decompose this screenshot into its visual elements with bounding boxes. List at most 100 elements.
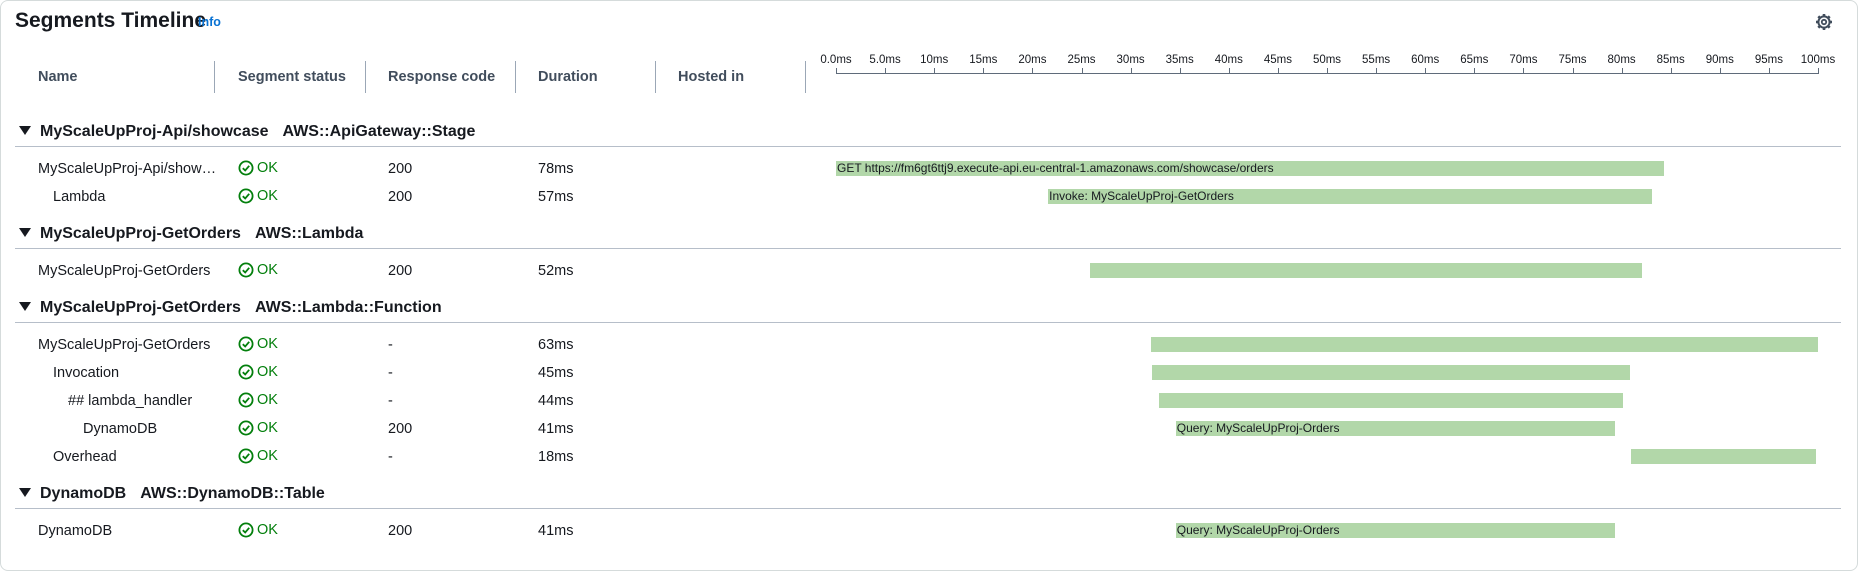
column-divider[interactable]: [214, 61, 215, 93]
axis-tick: [1376, 68, 1378, 74]
axis-tick-label: 20ms: [1018, 54, 1047, 66]
axis-tick-label: 85ms: [1656, 54, 1685, 66]
response-code: -: [388, 393, 393, 409]
check-circle-icon: [238, 336, 254, 352]
axis-tick-label: 65ms: [1460, 54, 1489, 66]
group-header[interactable]: MyScaleUpProj-GetOrders AWS::Lambda: [19, 225, 363, 243]
segment-name[interactable]: MyScaleUpProj-GetOrders: [38, 263, 210, 279]
column-divider[interactable]: [515, 61, 516, 93]
axis-tick: [934, 68, 936, 74]
group-header[interactable]: MyScaleUpProj-GetOrders AWS::Lambda::Func…: [19, 299, 442, 317]
segment-name[interactable]: DynamoDB: [83, 421, 157, 437]
axis-tick: [836, 68, 837, 74]
axis-tick-label: 60ms: [1411, 54, 1440, 66]
duration: 78ms: [538, 161, 574, 177]
duration: 41ms: [538, 523, 574, 539]
timeline-bar[interactable]: Query: MyScaleUpProj-Orders: [1175, 421, 1615, 436]
info-link[interactable]: Info: [198, 15, 221, 29]
segment-status: OK: [238, 188, 278, 204]
axis-tick-label: 100ms: [1800, 54, 1836, 66]
duration: 63ms: [538, 337, 574, 353]
segment-name[interactable]: MyScaleUpProj-GetOrders: [38, 337, 210, 353]
response-code: 200: [388, 189, 413, 205]
column-divider[interactable]: [805, 61, 806, 93]
group-name: DynamoDB: [40, 485, 127, 502]
timeline-bar[interactable]: [1159, 393, 1623, 408]
axis-tick-label: 5.0ms: [869, 54, 901, 66]
segment-name[interactable]: Overhead: [53, 449, 117, 465]
group-divider: [15, 146, 1841, 147]
segment-name[interactable]: DynamoDB: [38, 523, 112, 539]
axis-tick: [1572, 68, 1574, 74]
group-divider: [15, 508, 1841, 509]
axis-tick: [1719, 68, 1721, 74]
axis-tick: [1818, 68, 1819, 74]
group-name: MyScaleUpProj-GetOrders: [40, 225, 241, 242]
axis-tick: [1081, 68, 1083, 74]
column-divider[interactable]: [655, 61, 656, 93]
response-code: 200: [388, 421, 413, 437]
column-header-name[interactable]: Name: [38, 69, 78, 85]
segment-name[interactable]: ## lambda_handler: [68, 393, 192, 409]
group-name: MyScaleUpProj-Api/showcase: [40, 123, 269, 140]
axis-tick-label: 45ms: [1263, 54, 1292, 66]
column-header-response-code[interactable]: Response code: [388, 69, 495, 85]
status-text: OK: [257, 262, 278, 278]
axis-tick: [1179, 68, 1181, 74]
timeline-bar[interactable]: GET https://fm6gt6ttj9.execute-api.eu-ce…: [836, 161, 1664, 176]
axis-tick: [1032, 68, 1034, 74]
column-divider[interactable]: [365, 61, 366, 93]
duration: 52ms: [538, 263, 574, 279]
response-code: 200: [388, 161, 413, 177]
column-header-segment-status[interactable]: Segment status: [238, 69, 346, 85]
axis-tick-label: 90ms: [1705, 54, 1734, 66]
response-code: -: [388, 365, 393, 381]
check-circle-icon: [238, 420, 254, 436]
axis-tick: [983, 68, 985, 74]
segment-name[interactable]: Invocation: [53, 365, 119, 381]
segment-name[interactable]: MyScaleUpProj-Api/show…: [38, 161, 216, 177]
segment-status: OK: [238, 522, 278, 538]
axis-tick: [1523, 68, 1525, 74]
response-code: 200: [388, 523, 413, 539]
response-code: 200: [388, 263, 413, 279]
column-header-duration[interactable]: Duration: [538, 69, 598, 85]
segment-status: OK: [238, 262, 278, 278]
group-divider: [15, 248, 1841, 249]
group-type: AWS::Lambda: [254, 225, 364, 242]
axis-tick-label: 70ms: [1509, 54, 1538, 66]
status-text: OK: [257, 160, 278, 176]
axis-tick-label: 10ms: [920, 54, 949, 66]
gear-icon[interactable]: [1814, 12, 1834, 32]
caret-down-icon: [19, 302, 31, 311]
segment-status: OK: [238, 364, 278, 380]
status-text: OK: [257, 448, 278, 464]
check-circle-icon: [238, 522, 254, 538]
timeline-bar[interactable]: Query: MyScaleUpProj-Orders: [1175, 523, 1615, 538]
axis-tick: [1277, 68, 1279, 74]
group-header[interactable]: DynamoDB AWS::DynamoDB::Table: [19, 485, 325, 503]
axis-tick: [1130, 68, 1132, 74]
status-text: OK: [257, 522, 278, 538]
timeline-bar[interactable]: [1151, 337, 1818, 352]
group-header[interactable]: MyScaleUpProj-Api/showcase AWS::ApiGatewa…: [19, 123, 475, 141]
status-text: OK: [257, 336, 278, 352]
caret-down-icon: [19, 488, 31, 497]
response-code: -: [388, 337, 393, 353]
timeline-bar[interactable]: [1090, 263, 1643, 278]
check-circle-icon: [238, 392, 254, 408]
timeline-bar[interactable]: [1631, 449, 1817, 464]
timeline-bar[interactable]: Invoke: MyScaleUpProj-GetOrders: [1048, 189, 1653, 204]
segment-name[interactable]: Lambda: [53, 189, 105, 205]
check-circle-icon: [238, 364, 254, 380]
timeline-bar[interactable]: [1152, 365, 1631, 380]
axis-tick-label: 0.0ms: [820, 54, 852, 66]
axis-tick: [1670, 68, 1672, 74]
column-header-hosted-in[interactable]: Hosted in: [678, 69, 744, 85]
axis-tick-label: 95ms: [1754, 54, 1783, 66]
check-circle-icon: [238, 262, 254, 278]
segment-status: OK: [238, 448, 278, 464]
panel-title: Segments Timeline: [15, 9, 207, 32]
duration: 18ms: [538, 449, 574, 465]
axis-tick-label: 75ms: [1558, 54, 1587, 66]
